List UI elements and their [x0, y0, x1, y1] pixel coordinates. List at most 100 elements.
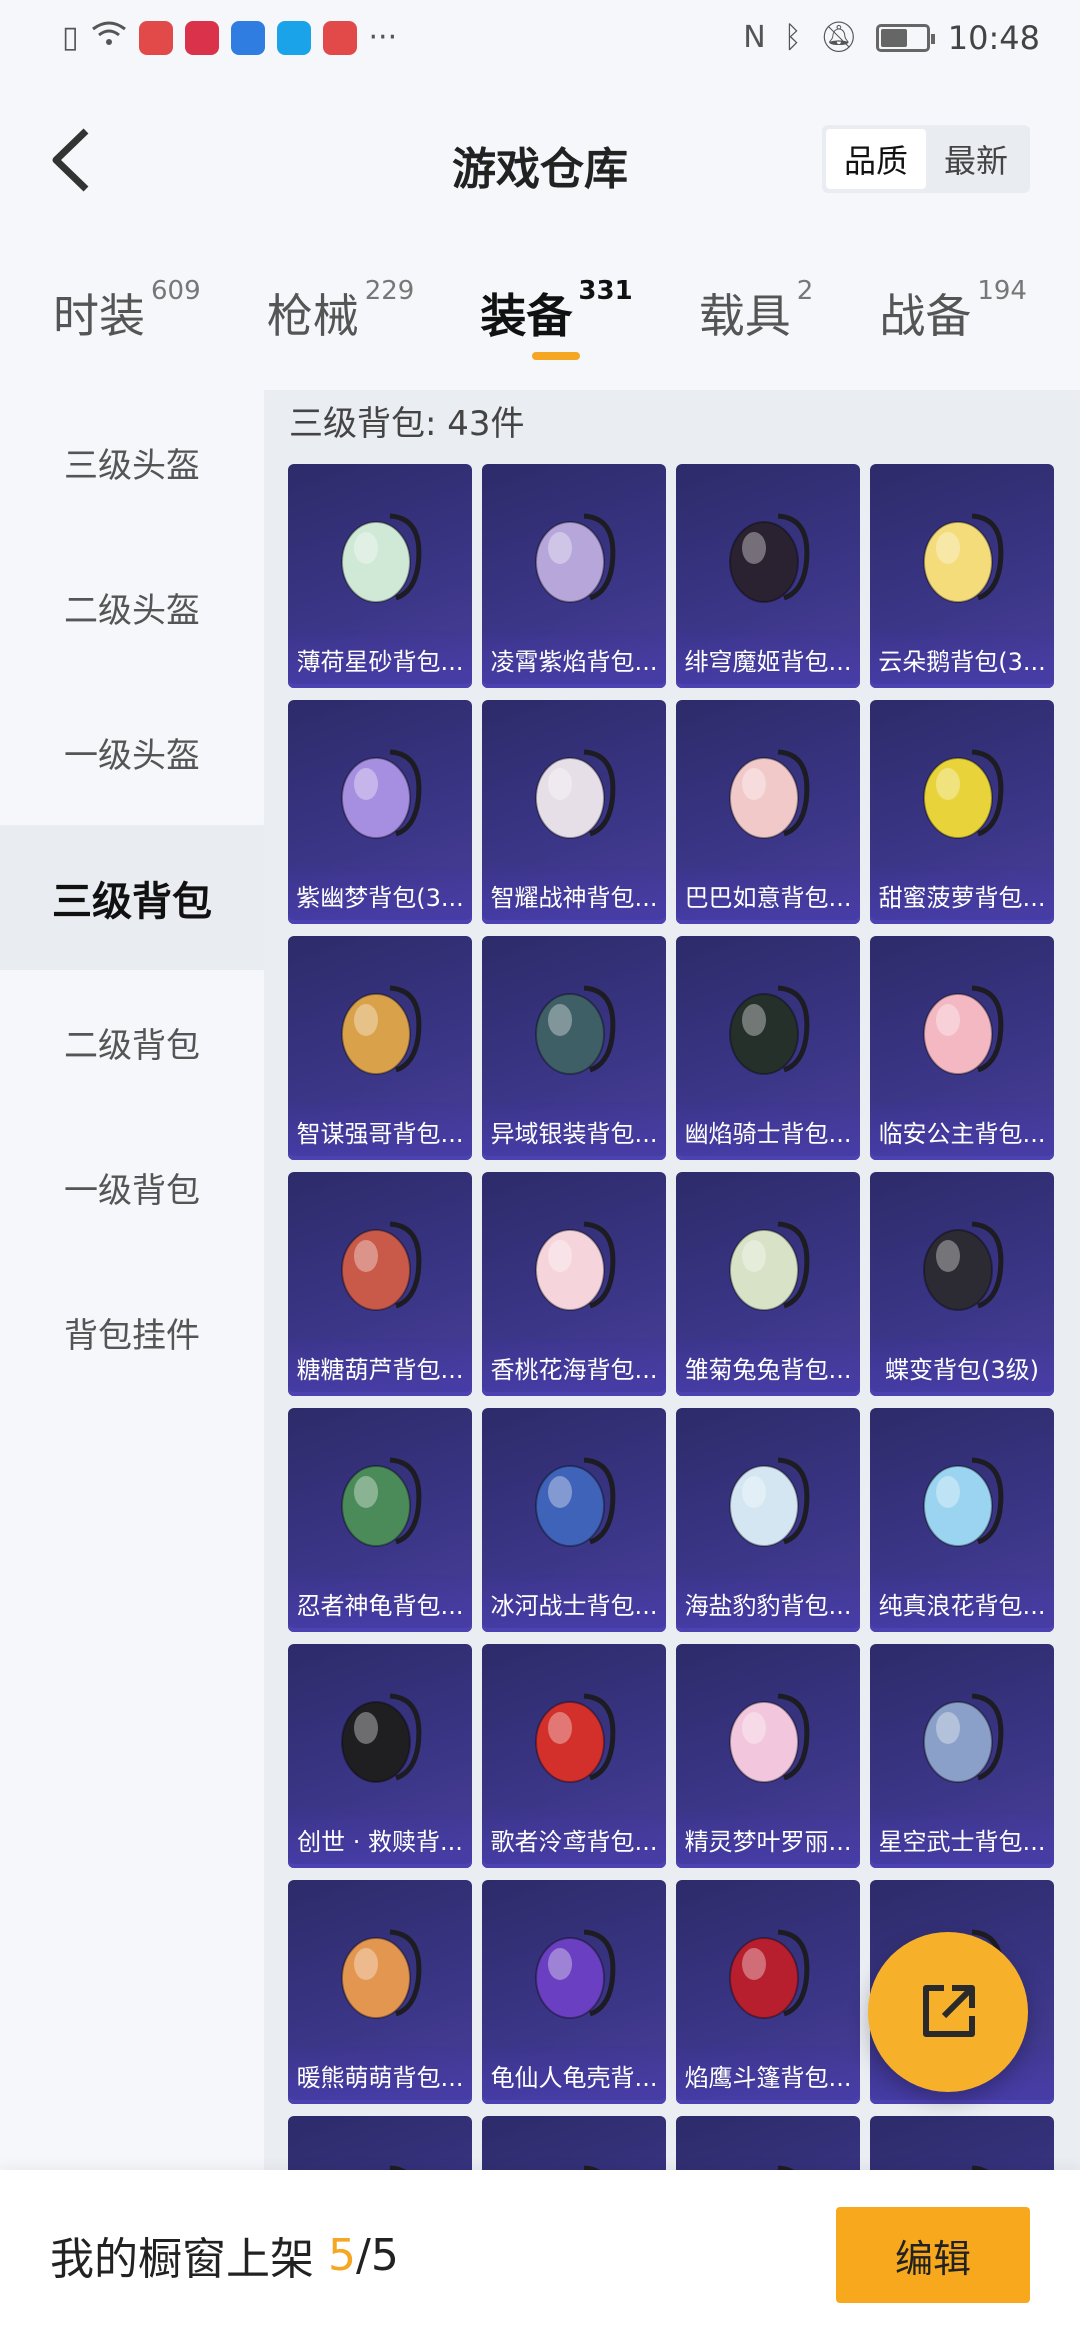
tab-label: 装备: [480, 289, 573, 343]
item-name: 云朵鹅背包(3...: [870, 630, 1054, 688]
item-card[interactable]: [870, 2116, 1054, 2170]
item-card[interactable]: 巴巴如意背包...: [676, 700, 860, 924]
sidebar-item-backpack-charm[interactable]: 背包挂件: [0, 1260, 264, 1405]
item-card[interactable]: 临安公主背包...: [870, 936, 1054, 1160]
item-card[interactable]: [288, 2116, 472, 2170]
item-name: 糖糖葫芦背包...: [288, 1338, 472, 1396]
item-name: 海盐豹豹背包...: [676, 1574, 860, 1632]
backpack-icon: [910, 2148, 1014, 2170]
backpack-icon: [522, 1204, 626, 1324]
item-card[interactable]: 异域银装背包...: [482, 936, 666, 1160]
tab-guns[interactable]: 枪械 229: [267, 270, 415, 370]
backpack-icon: [716, 732, 820, 852]
item-card[interactable]: 纯真浪花背包...: [870, 1408, 1054, 1632]
item-card[interactable]: 忍者神龟背包...: [288, 1408, 472, 1632]
backpack-icon: [522, 1440, 626, 1560]
tab-count: 2: [796, 276, 814, 306]
tab-equipment[interactable]: 装备 331: [480, 270, 633, 370]
tab-vehicles[interactable]: 载具 2: [699, 270, 814, 370]
category-tabs: 时装 609 枪械 229 装备 331 载具 2 战备 194: [0, 270, 1080, 370]
item-card[interactable]: 龟仙人龟壳背...: [482, 1880, 666, 2104]
backpack-icon: [716, 968, 820, 1088]
item-name: 歌者泠鸢背包...: [482, 1810, 666, 1868]
showcase-status: 我的橱窗上架 5 /5: [50, 2223, 399, 2287]
item-card[interactable]: 幽焰骑士背包...: [676, 936, 860, 1160]
sidebar-item-level2-helmet[interactable]: 二级头盔: [0, 535, 264, 680]
tab-label: 战备: [879, 289, 972, 343]
item-card[interactable]: [482, 2116, 666, 2170]
backpack-icon: [910, 496, 1014, 616]
item-card[interactable]: 歌者泠鸢背包...: [482, 1644, 666, 1868]
sidebar-item-level3-backpack[interactable]: 三级背包: [0, 825, 264, 970]
item-name: 忍者神龟背包...: [288, 1574, 472, 1632]
sort-quality-option[interactable]: 品质: [826, 129, 926, 189]
item-name: 创世 · 救赎背...: [288, 1810, 472, 1868]
item-card[interactable]: 焰鹰斗篷背包...: [676, 1880, 860, 2104]
item-name: 冰河战士背包...: [482, 1574, 666, 1632]
item-card[interactable]: 香桃花海背包...: [482, 1172, 666, 1396]
item-card[interactable]: 薄荷星砂背包...: [288, 464, 472, 688]
backpack-icon: [910, 1440, 1014, 1560]
item-name: 星空武士背包...: [870, 1810, 1054, 1868]
item-card[interactable]: 糖糖葫芦背包...: [288, 1172, 472, 1396]
item-card[interactable]: 暖熊萌萌背包...: [288, 1880, 472, 2104]
item-card[interactable]: 精灵梦叶罗丽...: [676, 1644, 860, 1868]
tab-fashion[interactable]: 时装 609: [53, 270, 201, 370]
item-card[interactable]: 智谋强哥背包...: [288, 936, 472, 1160]
backpack-icon: [522, 2148, 626, 2170]
item-card[interactable]: 星空武士背包...: [870, 1644, 1054, 1868]
tab-count: 609: [151, 276, 201, 306]
backpack-icon: [910, 968, 1014, 1088]
item-name: 临安公主背包...: [870, 1102, 1054, 1160]
app-header: 游戏仓库 品质 最新: [0, 95, 1080, 225]
item-card[interactable]: 凌霄紫焰背包...: [482, 464, 666, 688]
sidebar-item-level1-backpack[interactable]: 一级背包: [0, 1115, 264, 1260]
item-card[interactable]: 绯穹魔姬背包...: [676, 464, 860, 688]
clock: 10:48: [947, 18, 1040, 57]
item-name: 智耀战神背包...: [482, 866, 666, 924]
edit-button[interactable]: 编辑: [836, 2207, 1030, 2303]
more-notifications-icon: ···: [368, 20, 398, 55]
tab-supplies[interactable]: 战备 194: [879, 270, 1027, 370]
item-name: 凌霄紫焰背包...: [482, 630, 666, 688]
backpack-icon: [716, 496, 820, 616]
item-card[interactable]: 创世 · 救赎背...: [288, 1644, 472, 1868]
sidebar-item-level2-backpack[interactable]: 二级背包: [0, 970, 264, 1115]
item-card[interactable]: 智耀战神背包...: [482, 700, 666, 924]
item-name: 智谋强哥背包...: [288, 1102, 472, 1160]
battery-fill: [880, 28, 908, 47]
item-card[interactable]: 甜蜜菠萝背包...: [870, 700, 1054, 924]
backpack-icon: [910, 732, 1014, 852]
showcase-current-count: 5: [328, 2229, 356, 2281]
item-card[interactable]: 蝶变背包(3级): [870, 1172, 1054, 1396]
backpack-icon: [522, 1912, 626, 2032]
item-name: 精灵梦叶罗丽...: [676, 1810, 860, 1868]
item-name: 绯穹魔姬背包...: [676, 630, 860, 688]
item-card[interactable]: 冰河战士背包...: [482, 1408, 666, 1632]
sidebar-item-level1-helmet[interactable]: 一级头盔: [0, 680, 264, 825]
status-bar: ▯ ··· N ᛒ 🔕︎ 10:48: [0, 0, 1080, 75]
active-tab-indicator: [532, 352, 581, 360]
item-card[interactable]: 云朵鹅背包(3...: [870, 464, 1054, 688]
share-button[interactable]: [868, 1932, 1028, 2092]
external-link-icon: [923, 1985, 975, 2037]
item-name: 幽焰骑士背包...: [676, 1102, 860, 1160]
backpack-icon: [716, 2148, 820, 2170]
item-card[interactable]: 海盐豹豹背包...: [676, 1408, 860, 1632]
item-name: 暖熊萌萌背包...: [288, 2046, 472, 2104]
item-name: 香桃花海背包...: [482, 1338, 666, 1396]
tab-count: 331: [578, 276, 633, 306]
item-name: 巴巴如意背包...: [676, 866, 860, 924]
showcase-total-count: /5: [356, 2229, 399, 2281]
sort-newest-option[interactable]: 最新: [926, 129, 1026, 189]
battery-icon: [875, 23, 935, 52]
app-notification-icon: [138, 20, 173, 55]
item-name: 龟仙人龟壳背...: [482, 2046, 666, 2104]
backpack-icon: [328, 1204, 432, 1324]
item-card[interactable]: 雏菊兔兔背包...: [676, 1172, 860, 1396]
showcase-label: 我的橱窗上架: [50, 2234, 314, 2285]
item-card[interactable]: 紫幽梦背包(3...: [288, 700, 472, 924]
backpack-icon: [522, 968, 626, 1088]
sidebar-item-level3-helmet[interactable]: 三级头盔: [0, 390, 264, 535]
item-card[interactable]: [676, 2116, 860, 2170]
